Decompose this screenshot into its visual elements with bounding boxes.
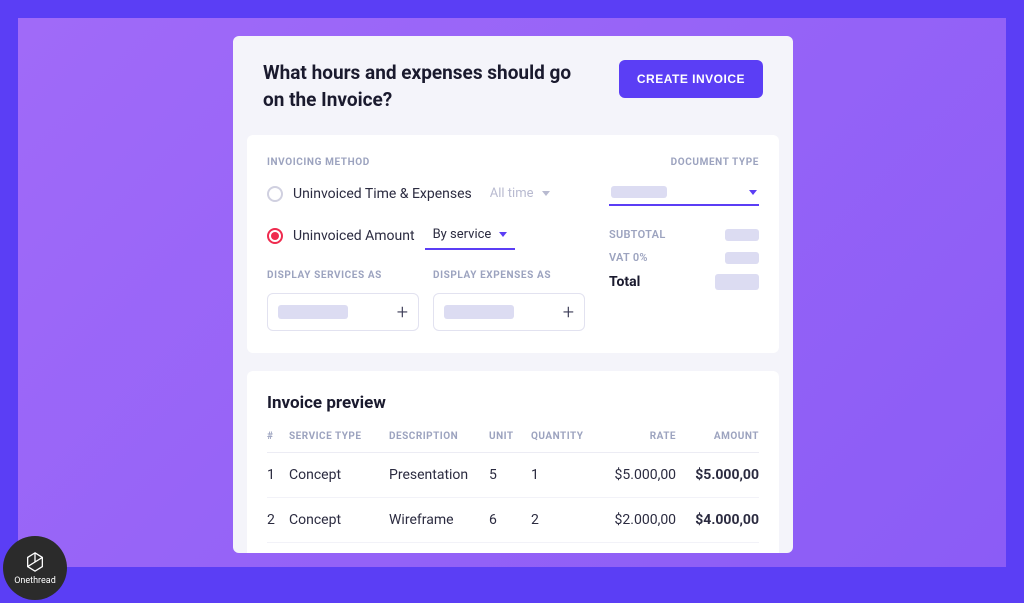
radio-label: Uninvoiced Amount — [293, 228, 415, 244]
col-quantity: QUANTITY — [531, 431, 596, 453]
settings-panel: INVOICING METHOD Uninvoiced Time & Expen… — [247, 135, 779, 353]
col-num: # — [267, 431, 289, 453]
document-type-label: DOCUMENT TYPE — [609, 157, 759, 168]
col-unit: UNIT — [489, 431, 531, 453]
radio-icon — [267, 186, 283, 202]
vat-row: VAT 0% — [609, 251, 759, 264]
invoice-setup-card: What hours and expenses should go on the… — [233, 36, 793, 553]
radio-uninvoiced-time-expenses[interactable]: Uninvoiced Time & Expenses All time — [267, 180, 585, 207]
display-expenses-label: DISPLAY EXPENSES AS — [433, 270, 585, 281]
subtotal-label: SUBTOTAL — [609, 228, 666, 241]
col-rate: RATE — [596, 431, 676, 453]
time-range-select[interactable]: All time — [482, 180, 558, 207]
invoice-preview-table: # SERVICE TYPE DESCRIPTION UNIT QUANTITY… — [267, 431, 759, 543]
chevron-down-icon — [542, 191, 550, 196]
preview-title: Invoice preview — [267, 393, 759, 413]
display-services-label: DISPLAY SERVICES AS — [267, 270, 419, 281]
table-row: 1 Concept Presentation 5 1 $5.000,00 $5.… — [267, 453, 759, 498]
vat-value-placeholder — [725, 252, 759, 264]
select-value: All time — [490, 186, 534, 201]
subtotal-value-placeholder — [725, 229, 759, 241]
display-expenses-input[interactable]: + — [433, 293, 585, 331]
display-services-input[interactable]: + — [267, 293, 419, 331]
create-invoice-button[interactable]: CREATE INVOICE — [619, 60, 763, 98]
placeholder — [444, 305, 514, 319]
placeholder — [278, 305, 348, 319]
amount-scope-select[interactable]: By service — [425, 221, 516, 250]
vat-label: VAT 0% — [609, 251, 648, 264]
invoice-preview-panel: Invoice preview # SERVICE TYPE DESCRIPTI… — [247, 371, 779, 553]
card-header: What hours and expenses should go on the… — [233, 36, 793, 121]
subtotal-row: SUBTOTAL — [609, 228, 759, 241]
col-description: DESCRIPTION — [389, 431, 489, 453]
plus-icon: + — [397, 300, 408, 324]
placeholder — [611, 186, 667, 198]
document-type-select[interactable] — [609, 180, 759, 206]
radio-uninvoiced-amount[interactable]: Uninvoiced Amount By service — [267, 221, 585, 250]
brand-logo-icon — [24, 551, 46, 573]
col-service-type: SERVICE TYPE — [289, 431, 389, 453]
total-value-placeholder — [715, 274, 759, 290]
brand-badge: Onethread — [3, 536, 67, 600]
col-amount: AMOUNT — [676, 431, 759, 453]
radio-icon — [267, 228, 283, 244]
select-value: By service — [433, 227, 492, 242]
plus-icon: + — [563, 300, 574, 324]
invoicing-method-label: INVOICING METHOD — [267, 157, 585, 168]
table-row: 2 Concept Wireframe 6 2 $2.000,00 $4.000… — [267, 498, 759, 543]
page-title: What hours and expenses should go on the… — [263, 60, 573, 113]
radio-label: Uninvoiced Time & Expenses — [293, 186, 472, 202]
brand-name: Onethread — [14, 576, 56, 586]
total-row: Total — [609, 274, 759, 290]
chevron-down-icon — [749, 190, 757, 195]
chevron-down-icon — [499, 232, 507, 237]
total-label: Total — [609, 274, 640, 290]
